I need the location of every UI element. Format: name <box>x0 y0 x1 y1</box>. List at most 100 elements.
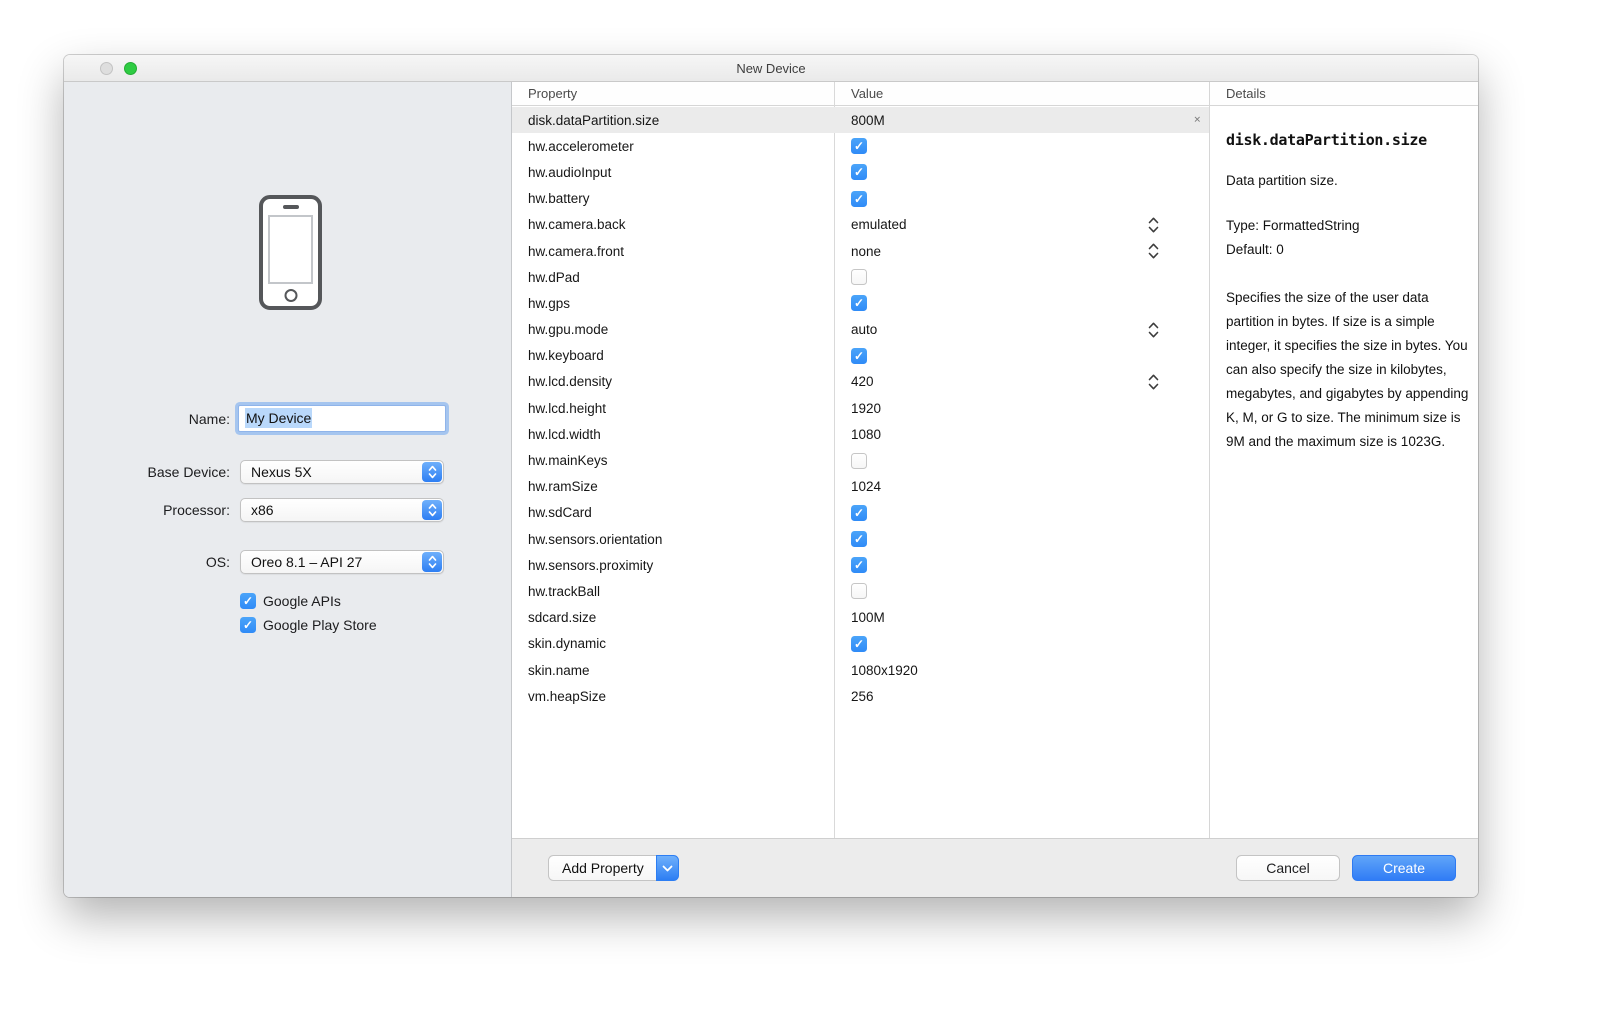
value-text[interactable]: 100M <box>851 610 885 625</box>
table-row[interactable]: hw.gpu.mode auto <box>512 317 1209 343</box>
property-value-cell[interactable]: ✓ <box>835 500 1209 526</box>
google-apis-checkbox[interactable]: ✓ <box>240 593 256 609</box>
value-checkbox[interactable]: ✓ <box>851 504 867 521</box>
property-value-cell[interactable]: 1024 <box>835 474 1209 500</box>
property-value-cell[interactable]: none <box>835 238 1209 264</box>
value-checkbox[interactable]: ✓ <box>851 190 867 207</box>
table-row[interactable]: vm.heapSize 256 <box>512 683 1209 709</box>
cancel-button[interactable]: Cancel <box>1236 855 1340 881</box>
value-text: 420 <box>851 374 874 390</box>
value-checkbox[interactable] <box>851 452 867 469</box>
stepper-icon[interactable] <box>1148 321 1159 338</box>
value-checkbox[interactable] <box>851 583 867 600</box>
value-text: emulated <box>851 217 907 233</box>
table-row[interactable]: hw.gps ✓ <box>512 290 1209 316</box>
value-checkbox[interactable]: ✓ <box>851 635 867 652</box>
details-summary: Data partition size. <box>1226 173 1338 188</box>
property-value-cell[interactable]: ✓ <box>835 343 1209 369</box>
property-value-cell[interactable]: ✓ <box>835 186 1209 212</box>
table-row[interactable]: hw.camera.back emulated <box>512 212 1209 238</box>
table-row[interactable]: hw.keyboard ✓ <box>512 343 1209 369</box>
property-value-cell[interactable]: 1920 <box>835 395 1209 421</box>
property-name: hw.gps <box>528 295 571 311</box>
table-row[interactable]: hw.sensors.orientation ✓ <box>512 526 1209 552</box>
processor-label: Processor: <box>163 502 230 518</box>
value-checkbox[interactable]: ✓ <box>851 164 867 181</box>
table-row[interactable]: hw.trackBall <box>512 578 1209 604</box>
table-row[interactable]: hw.audioInput ✓ <box>512 159 1209 185</box>
table-row[interactable]: skin.dynamic ✓ <box>512 631 1209 657</box>
value-text[interactable]: 800M <box>851 113 885 128</box>
value-checkbox[interactable]: ✓ <box>851 557 867 574</box>
property-value-cell[interactable]: auto <box>835 317 1209 343</box>
property-value-cell[interactable]: emulated <box>835 212 1209 238</box>
property-name: hw.ramSize <box>528 479 598 495</box>
table-row[interactable]: hw.battery ✓ <box>512 186 1209 212</box>
property-name: hw.sensors.orientation <box>528 531 663 547</box>
table-row[interactable]: disk.dataPartition.size 800M ✕ <box>512 107 1209 134</box>
value-checkbox[interactable] <box>851 269 867 286</box>
property-value-cell[interactable]: 256 <box>835 683 1209 709</box>
table-row[interactable]: hw.sdCard ✓ <box>512 500 1209 526</box>
property-value-cell[interactable] <box>835 447 1209 473</box>
stepper-icon[interactable] <box>1148 373 1159 390</box>
property-value-cell[interactable]: 800M ✕ <box>835 107 1209 133</box>
property-name: hw.camera.back <box>528 217 626 233</box>
add-property-label: Add Property <box>548 855 656 881</box>
property-value-cell[interactable]: ✓ <box>835 159 1209 185</box>
property-value-cell[interactable]: ✓ <box>835 290 1209 316</box>
table-row[interactable]: hw.lcd.density 420 <box>512 369 1209 395</box>
table-row[interactable]: sdcard.size 100M <box>512 605 1209 631</box>
titlebar: New Device <box>64 55 1478 82</box>
value-text[interactable]: 1080 <box>851 427 881 442</box>
property-value-cell[interactable]: ✓ <box>835 552 1209 578</box>
property-value-cell[interactable]: ✓ <box>835 526 1209 552</box>
table-row[interactable]: hw.lcd.height 1920 <box>512 395 1209 421</box>
stepper-icon[interactable] <box>1148 216 1159 233</box>
table-row[interactable]: hw.lcd.width 1080 <box>512 421 1209 447</box>
google-play-store-checkbox[interactable]: ✓ <box>240 617 256 633</box>
value-checkbox[interactable]: ✓ <box>851 295 867 312</box>
stepper-icon[interactable] <box>1148 243 1159 260</box>
google-apis-checkbox-row[interactable]: ✓ Google APIs <box>240 592 341 610</box>
property-value-cell[interactable]: 420 <box>835 369 1209 395</box>
table-row[interactable]: hw.accelerometer ✓ <box>512 133 1209 159</box>
table-row[interactable]: hw.mainKeys <box>512 447 1209 473</box>
value-checkbox[interactable]: ✓ <box>851 347 867 364</box>
property-value-cell[interactable] <box>835 578 1209 604</box>
processor-select[interactable]: x86 <box>240 498 444 522</box>
base-device-select[interactable]: Nexus 5X <box>240 460 444 484</box>
table-header: Property Value <box>512 82 1209 106</box>
property-name: hw.gpu.mode <box>528 322 609 338</box>
table-row[interactable]: hw.camera.front none <box>512 238 1209 264</box>
value-text[interactable]: 1080x1920 <box>851 663 918 678</box>
property-column-header: Property <box>528 86 578 101</box>
property-value-cell[interactable]: 1080x1920 <box>835 657 1209 683</box>
property-name: hw.audioInput <box>528 164 612 180</box>
value-checkbox[interactable]: ✓ <box>851 138 867 155</box>
value-checkbox[interactable]: ✓ <box>851 531 867 548</box>
table-row[interactable]: hw.ramSize 1024 <box>512 474 1209 500</box>
table-row[interactable]: skin.name 1080x1920 <box>512 657 1209 683</box>
property-value-cell[interactable]: 100M <box>835 605 1209 631</box>
property-value-cell[interactable]: ✓ <box>835 631 1209 657</box>
chevron-down-icon[interactable] <box>655 855 679 881</box>
property-value-cell[interactable]: 1080 <box>835 421 1209 447</box>
value-text[interactable]: 1920 <box>851 401 881 416</box>
name-input[interactable]: My Device <box>238 405 446 432</box>
property-value-cell[interactable] <box>835 264 1209 290</box>
table-row[interactable]: hw.sensors.proximity ✓ <box>512 552 1209 578</box>
table-row[interactable]: hw.dPad <box>512 264 1209 290</box>
google-play-store-checkbox-row[interactable]: ✓ Google Play Store <box>240 616 377 634</box>
add-property-button[interactable]: Add Property <box>548 855 679 881</box>
property-value-cell[interactable]: ✓ <box>835 133 1209 159</box>
os-select[interactable]: Oreo 8.1 – API 27 <box>240 550 444 574</box>
property-name: hw.accelerometer <box>528 138 634 154</box>
details-property-title: disk.dataPartition.size <box>1226 131 1427 149</box>
property-name: hw.camera.front <box>528 243 625 259</box>
create-button[interactable]: Create <box>1352 855 1456 881</box>
value-text[interactable]: 256 <box>851 689 874 704</box>
remove-value-icon[interactable]: ✕ <box>1193 115 1201 126</box>
value-text[interactable]: 1024 <box>851 479 881 494</box>
google-play-store-label: Google Play Store <box>263 617 377 633</box>
